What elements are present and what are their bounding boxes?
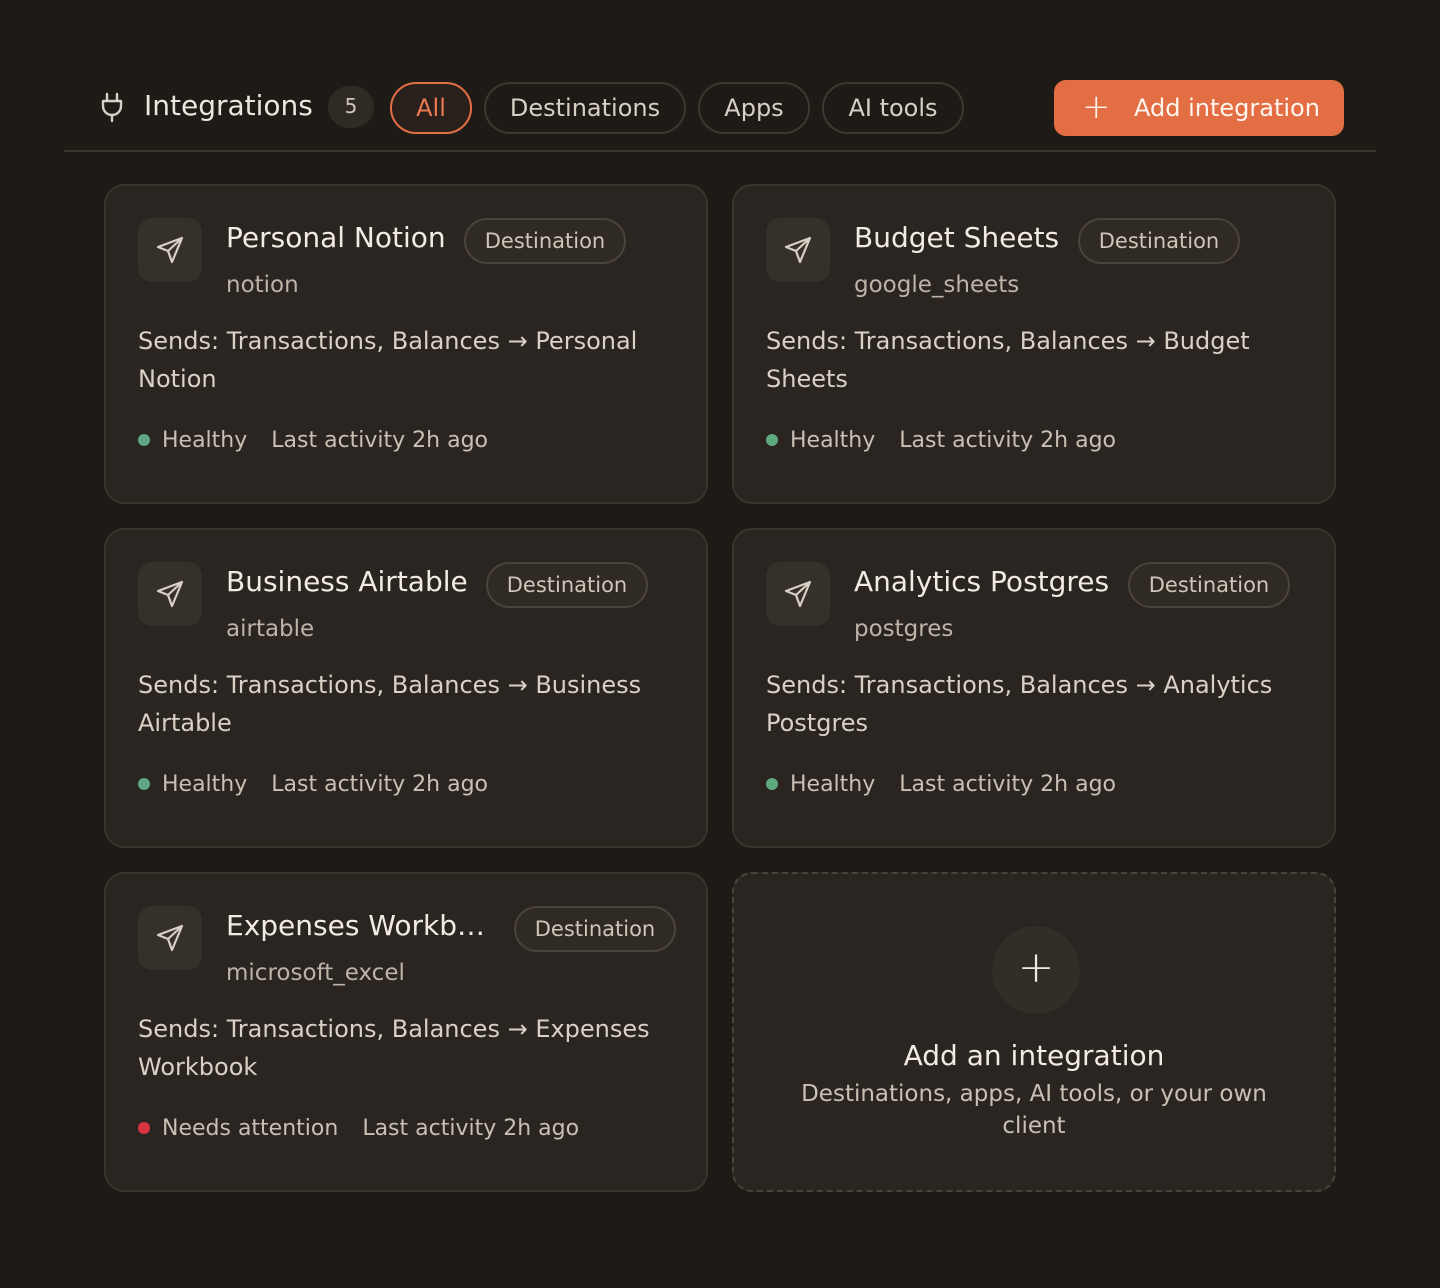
status-text: Healthy	[162, 428, 248, 453]
provider-name: notion	[226, 272, 299, 298]
filter-ai-tools[interactable]: AI tools	[822, 82, 964, 134]
status-text: Healthy	[790, 428, 876, 453]
send-icon	[138, 906, 202, 970]
send-icon	[138, 562, 202, 626]
sends-description: Sends: Transactions, Balances → Budget S…	[766, 327, 1250, 393]
type-badge: Destination	[1128, 562, 1290, 608]
status-text: Healthy	[790, 772, 876, 797]
status-dot	[766, 434, 778, 446]
send-icon	[138, 218, 202, 282]
add-integration-button[interactable]: + Add integration	[1054, 80, 1344, 136]
sends-description: Sends: Transactions, Balances → Analytic…	[766, 671, 1273, 737]
type-badge: Destination	[464, 218, 626, 264]
status-dot	[138, 434, 150, 446]
send-icon	[766, 562, 830, 626]
status-text: Needs attention	[162, 1116, 339, 1141]
status-dot	[766, 778, 778, 790]
filter-destinations[interactable]: Destinations	[484, 82, 686, 134]
integration-name: Budget Sheets	[854, 221, 1060, 254]
integration-card[interactable]: Analytics Postgres Destination postgres …	[732, 528, 1336, 848]
last-activity: Last activity 2h ago	[271, 428, 489, 453]
integrations-page: Integrations 5 All Destinations Apps AI …	[0, 0, 1440, 1288]
last-activity: Last activity 2h ago	[899, 772, 1117, 797]
status-row: Healthy Last activity 2h ago	[766, 426, 1116, 456]
integration-name: Personal Notion	[226, 221, 446, 254]
status-dot	[138, 778, 150, 790]
status-text: Healthy	[162, 772, 248, 797]
plus-icon: +	[1082, 87, 1111, 127]
plus-icon: +	[992, 926, 1080, 1014]
provider-name: microsoft_excel	[226, 960, 405, 986]
last-activity: Last activity 2h ago	[271, 772, 489, 797]
status-dot	[138, 1122, 150, 1134]
type-badge: Destination	[514, 906, 676, 952]
integration-name: Expenses Workb…	[226, 909, 485, 942]
add-integration-label: Add integration	[1134, 94, 1320, 122]
provider-name: airtable	[226, 616, 315, 642]
add-integration-card[interactable]: + Add an integration Destinations, apps,…	[732, 872, 1336, 1192]
integration-name: Business Airtable	[226, 565, 468, 598]
filter-apps[interactable]: Apps	[698, 82, 810, 134]
integration-card[interactable]: Expenses Workb… Destination microsoft_ex…	[104, 872, 708, 1192]
status-row: Healthy Last activity 2h ago	[766, 770, 1116, 800]
count-badge: 5	[328, 86, 374, 128]
integration-card[interactable]: Personal Notion Destination notion Sends…	[104, 184, 708, 504]
last-activity: Last activity 2h ago	[899, 428, 1117, 453]
page-title: Integrations	[144, 89, 313, 122]
provider-name: postgres	[854, 616, 954, 642]
filter-all[interactable]: All	[390, 82, 472, 134]
last-activity: Last activity 2h ago	[362, 1116, 580, 1141]
add-card-title: Add an integration	[903, 1039, 1165, 1072]
integration-card[interactable]: Business Airtable Destination airtable S…	[104, 528, 708, 848]
provider-name: google_sheets	[854, 272, 1020, 298]
status-row: Healthy Last activity 2h ago	[138, 770, 488, 800]
send-icon	[766, 218, 830, 282]
type-badge: Destination	[1078, 218, 1240, 264]
sends-description: Sends: Transactions, Balances → Expenses…	[138, 1015, 650, 1081]
status-row: Healthy Last activity 2h ago	[138, 426, 488, 456]
type-badge: Destination	[486, 562, 648, 608]
integration-name: Analytics Postgres	[854, 565, 1110, 598]
status-row: Needs attention Last activity 2h ago	[138, 1114, 579, 1144]
sends-description: Sends: Transactions, Balances → Personal…	[138, 327, 638, 393]
sends-description: Sends: Transactions, Balances → Business…	[138, 671, 642, 737]
integration-card[interactable]: Budget Sheets Destination google_sheets …	[732, 184, 1336, 504]
plug-icon	[101, 92, 123, 123]
add-card-subtitle: Destinations, apps, AI tools, or your ow…	[801, 1081, 1267, 1139]
